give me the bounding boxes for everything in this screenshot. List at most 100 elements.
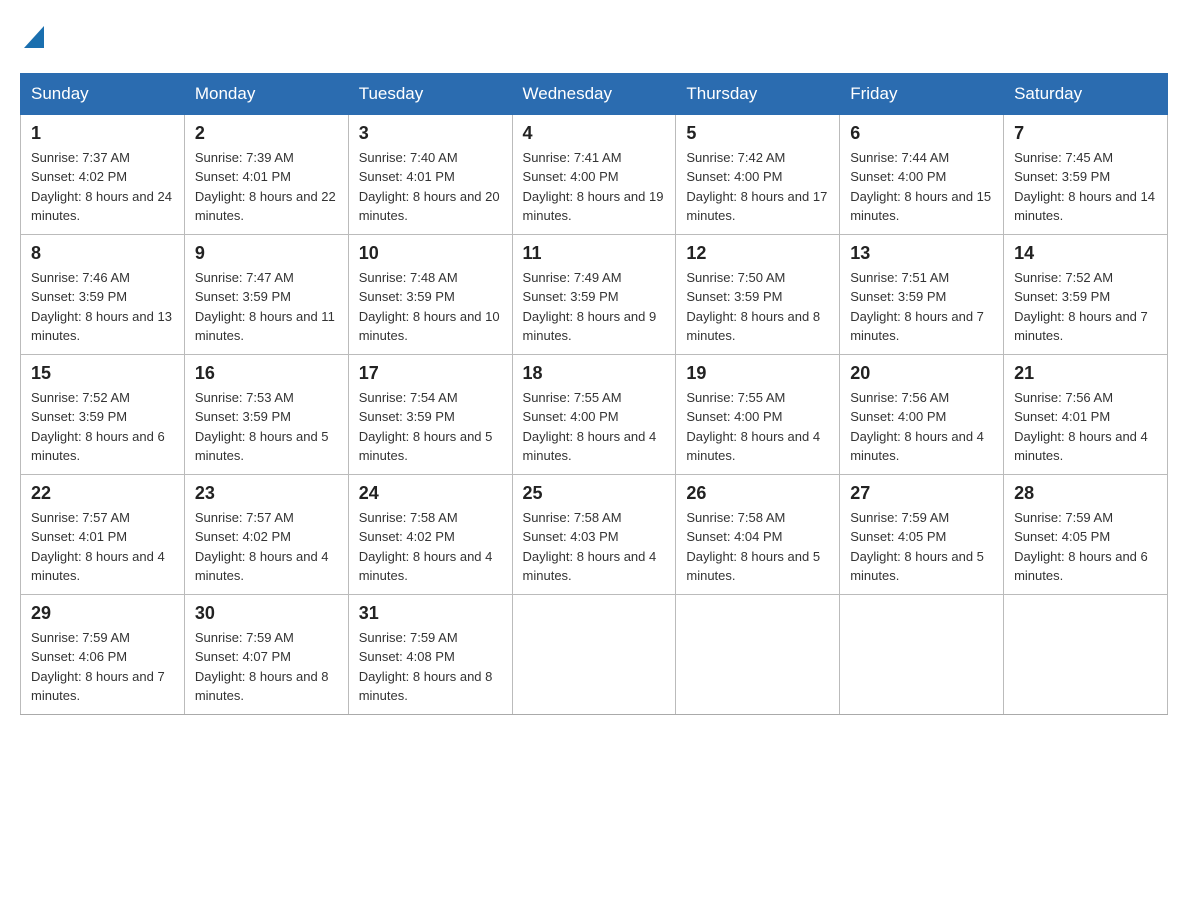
weekday-header-monday: Monday (184, 73, 348, 114)
day-info: Sunrise: 7:56 AMSunset: 4:00 PMDaylight:… (850, 388, 993, 466)
calendar-week-row: 22 Sunrise: 7:57 AMSunset: 4:01 PMDayligh… (21, 474, 1168, 594)
calendar-day-cell: 18Sunrise: 7:55 AMSunset: 4:00 PMDayligh… (512, 354, 676, 474)
calendar-day-cell (1004, 594, 1168, 714)
calendar-day-cell: 13Sunrise: 7:51 AMSunset: 3:59 PMDayligh… (840, 234, 1004, 354)
calendar-day-cell: 28 Sunrise: 7:59 AMSunset: 4:05 PMDayligh… (1004, 474, 1168, 594)
day-info: Sunrise: 7:52 AMSunset: 3:59 PMDaylight:… (31, 388, 174, 466)
logo (20, 20, 44, 53)
day-number: 20 (850, 363, 993, 384)
calendar-day-cell: 23 Sunrise: 7:57 AMSunset: 4:02 PMDayligh… (184, 474, 348, 594)
day-number: 30 (195, 603, 338, 624)
day-info: Sunrise: 7:59 AMSunset: 4:05 PMDaylight:… (850, 508, 993, 586)
weekday-header-saturday: Saturday (1004, 73, 1168, 114)
calendar-week-row: 1 Sunrise: 7:37 AMSunset: 4:02 PMDaylight… (21, 114, 1168, 234)
calendar-day-cell: 22 Sunrise: 7:57 AMSunset: 4:01 PMDayligh… (21, 474, 185, 594)
day-info: Sunrise: 7:55 AMSunset: 4:00 PMDaylight:… (686, 388, 829, 466)
day-info: Sunrise: 7:48 AMSunset: 3:59 PMDaylight:… (359, 268, 502, 346)
day-number: 26 (686, 483, 829, 504)
day-info: Sunrise: 7:58 AMSunset: 4:03 PMDaylight:… (523, 508, 666, 586)
day-info: Sunrise: 7:59 AMSunset: 4:05 PMDaylight:… (1014, 508, 1157, 586)
calendar-day-cell: 19 Sunrise: 7:55 AMSunset: 4:00 PMDayligh… (676, 354, 840, 474)
day-number: 15 (31, 363, 174, 384)
day-number: 10 (359, 243, 502, 264)
calendar-body: 1 Sunrise: 7:37 AMSunset: 4:02 PMDaylight… (21, 114, 1168, 714)
day-number: 1 (31, 123, 174, 144)
day-info: Sunrise: 7:52 AMSunset: 3:59 PMDaylight:… (1014, 268, 1157, 346)
calendar-header: SundayMondayTuesdayWednesdayThursdayFrid… (21, 73, 1168, 114)
day-info: Sunrise: 7:40 AMSunset: 4:01 PMDaylight:… (359, 148, 502, 226)
calendar-day-cell: 8 Sunrise: 7:46 AMSunset: 3:59 PMDaylight… (21, 234, 185, 354)
day-info: Sunrise: 7:55 AMSunset: 4:00 PMDaylight:… (523, 388, 666, 466)
calendar-day-cell (512, 594, 676, 714)
weekday-header-thursday: Thursday (676, 73, 840, 114)
calendar-day-cell: 4 Sunrise: 7:41 AMSunset: 4:00 PMDaylight… (512, 114, 676, 234)
day-number: 22 (31, 483, 174, 504)
day-number: 12 (686, 243, 829, 264)
calendar-day-cell: 3 Sunrise: 7:40 AMSunset: 4:01 PMDaylight… (348, 114, 512, 234)
day-number: 24 (359, 483, 502, 504)
day-info: Sunrise: 7:46 AMSunset: 3:59 PMDaylight:… (31, 268, 174, 346)
day-info: Sunrise: 7:49 AMSunset: 3:59 PMDaylight:… (523, 268, 666, 346)
calendar-day-cell: 30 Sunrise: 7:59 AMSunset: 4:07 PMDayligh… (184, 594, 348, 714)
day-info: Sunrise: 7:57 AMSunset: 4:01 PMDaylight:… (31, 508, 174, 586)
day-number: 29 (31, 603, 174, 624)
day-info: Sunrise: 7:47 AMSunset: 3:59 PMDaylight:… (195, 268, 338, 346)
calendar-day-cell: 16 Sunrise: 7:53 AMSunset: 3:59 PMDayligh… (184, 354, 348, 474)
calendar-day-cell: 12Sunrise: 7:50 AMSunset: 3:59 PMDayligh… (676, 234, 840, 354)
weekday-header-tuesday: Tuesday (348, 73, 512, 114)
calendar-day-cell: 2 Sunrise: 7:39 AMSunset: 4:01 PMDaylight… (184, 114, 348, 234)
calendar-day-cell: 5Sunrise: 7:42 AMSunset: 4:00 PMDaylight… (676, 114, 840, 234)
day-number: 16 (195, 363, 338, 384)
calendar-day-cell: 29 Sunrise: 7:59 AMSunset: 4:06 PMDayligh… (21, 594, 185, 714)
day-info: Sunrise: 7:41 AMSunset: 4:00 PMDaylight:… (523, 148, 666, 226)
day-info: Sunrise: 7:53 AMSunset: 3:59 PMDaylight:… (195, 388, 338, 466)
calendar-day-cell: 25 Sunrise: 7:58 AMSunset: 4:03 PMDayligh… (512, 474, 676, 594)
day-info: Sunrise: 7:59 AMSunset: 4:08 PMDaylight:… (359, 628, 502, 706)
day-number: 27 (850, 483, 993, 504)
day-number: 25 (523, 483, 666, 504)
day-info: Sunrise: 7:42 AMSunset: 4:00 PMDaylight:… (686, 148, 829, 226)
calendar-day-cell: 14 Sunrise: 7:52 AMSunset: 3:59 PMDayligh… (1004, 234, 1168, 354)
page-header (20, 20, 1168, 53)
calendar-day-cell: 10 Sunrise: 7:48 AMSunset: 3:59 PMDayligh… (348, 234, 512, 354)
day-number: 23 (195, 483, 338, 504)
day-number: 14 (1014, 243, 1157, 264)
weekday-header-wednesday: Wednesday (512, 73, 676, 114)
day-info: Sunrise: 7:58 AMSunset: 4:04 PMDaylight:… (686, 508, 829, 586)
calendar-day-cell: 17 Sunrise: 7:54 AMSunset: 3:59 PMDayligh… (348, 354, 512, 474)
calendar-day-cell: 6Sunrise: 7:44 AMSunset: 4:00 PMDaylight… (840, 114, 1004, 234)
day-number: 28 (1014, 483, 1157, 504)
day-info: Sunrise: 7:39 AMSunset: 4:01 PMDaylight:… (195, 148, 338, 226)
calendar-day-cell: 31 Sunrise: 7:59 AMSunset: 4:08 PMDayligh… (348, 594, 512, 714)
calendar-day-cell: 26 Sunrise: 7:58 AMSunset: 4:04 PMDayligh… (676, 474, 840, 594)
day-number: 3 (359, 123, 502, 144)
day-info: Sunrise: 7:57 AMSunset: 4:02 PMDaylight:… (195, 508, 338, 586)
day-info: Sunrise: 7:54 AMSunset: 3:59 PMDaylight:… (359, 388, 502, 466)
calendar-day-cell: 21 Sunrise: 7:56 AMSunset: 4:01 PMDayligh… (1004, 354, 1168, 474)
calendar-day-cell (676, 594, 840, 714)
calendar-week-row: 29 Sunrise: 7:59 AMSunset: 4:06 PMDayligh… (21, 594, 1168, 714)
day-number: 7 (1014, 123, 1157, 144)
calendar-day-cell: 1 Sunrise: 7:37 AMSunset: 4:02 PMDaylight… (21, 114, 185, 234)
day-number: 31 (359, 603, 502, 624)
day-info: Sunrise: 7:59 AMSunset: 4:07 PMDaylight:… (195, 628, 338, 706)
weekday-header-sunday: Sunday (21, 73, 185, 114)
day-number: 2 (195, 123, 338, 144)
day-info: Sunrise: 7:45 AMSunset: 3:59 PMDaylight:… (1014, 148, 1157, 226)
weekday-header-friday: Friday (840, 73, 1004, 114)
day-number: 8 (31, 243, 174, 264)
calendar-week-row: 8 Sunrise: 7:46 AMSunset: 3:59 PMDaylight… (21, 234, 1168, 354)
day-number: 17 (359, 363, 502, 384)
calendar-table: SundayMondayTuesdayWednesdayThursdayFrid… (20, 73, 1168, 715)
day-info: Sunrise: 7:56 AMSunset: 4:01 PMDaylight:… (1014, 388, 1157, 466)
calendar-day-cell: 15 Sunrise: 7:52 AMSunset: 3:59 PMDayligh… (21, 354, 185, 474)
day-info: Sunrise: 7:37 AMSunset: 4:02 PMDaylight:… (31, 148, 174, 226)
day-number: 4 (523, 123, 666, 144)
day-number: 21 (1014, 363, 1157, 384)
day-number: 13 (850, 243, 993, 264)
day-number: 9 (195, 243, 338, 264)
day-info: Sunrise: 7:59 AMSunset: 4:06 PMDaylight:… (31, 628, 174, 706)
day-number: 19 (686, 363, 829, 384)
calendar-day-cell (840, 594, 1004, 714)
calendar-day-cell: 9 Sunrise: 7:47 AMSunset: 3:59 PMDaylight… (184, 234, 348, 354)
